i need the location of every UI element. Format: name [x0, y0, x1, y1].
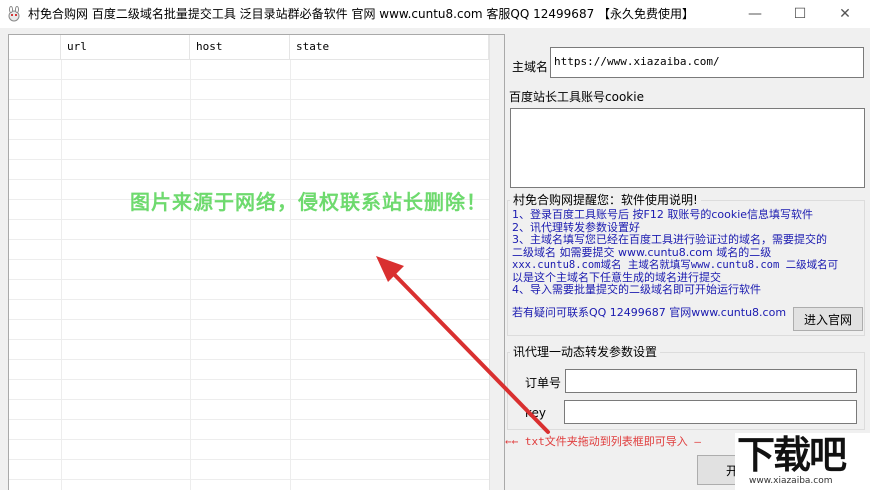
logo-url: www.xiazaiba.com: [749, 476, 833, 486]
notice-line: 1、登录百度工具账号后 按F12 取账号的cookie信息填写软件: [512, 208, 814, 221]
import-hint: ←← txt文件夹拖动到列表框即可导入 —: [505, 435, 701, 448]
domain-list[interactable]: url host state: [8, 34, 505, 490]
list-header: url host state: [9, 35, 489, 60]
order-number-input[interactable]: [565, 369, 857, 393]
notice-line: 二级域名 如需要提交 www.cuntu8.com 域名的二级: [512, 245, 772, 259]
xiazaiba-logo: 下载吧 www.xiazaiba.com: [735, 433, 870, 490]
window-title: 村免合购网 百度二级域名批量提交工具 泛目录站群必备软件 官网 www.cunt…: [28, 7, 695, 21]
list-scrollbar[interactable]: [489, 35, 504, 490]
main-domain-input[interactable]: https://www.xiazaiba.com/: [550, 47, 864, 78]
column-header-index[interactable]: [9, 35, 61, 60]
title-bar: 村免合购网 百度二级域名批量提交工具 泛目录站群必备软件 官网 www.cunt…: [0, 0, 870, 28]
app-icon: [8, 6, 20, 22]
close-button[interactable]: ✕: [822, 0, 868, 28]
order-number-label: 订单号: [525, 376, 562, 390]
key-label: key: [525, 406, 547, 420]
notice-line: xxx.cuntu8.com域名 主域名就填写www.cuntu8.com 二级…: [512, 259, 839, 271]
notice-line: 4、导入需要批量提交的二级域名即可开始运行软件: [512, 283, 761, 296]
column-divider: [61, 60, 62, 490]
visit-website-button[interactable]: 进入官网: [793, 307, 863, 331]
column-header-host[interactable]: host: [190, 35, 290, 60]
cookie-textarea[interactable]: [510, 108, 865, 188]
notice-group-title: 村免合购网提醒您：软件使用说明!: [510, 192, 701, 208]
notice-line: 3、主域名填写您已经在百度工具进行验证过的域名，需要提交的: [512, 233, 827, 246]
contact-text: 若有疑问可联系QQ 12499687 官网www.cuntu8.com: [512, 306, 787, 319]
cookie-label: 百度站长工具账号cookie: [509, 90, 644, 104]
maximize-button[interactable]: ☐: [777, 0, 823, 28]
column-header-state[interactable]: state: [290, 35, 489, 60]
watermark-text: 图片来源于网络，侵权联系站长删除！: [130, 190, 487, 214]
key-input[interactable]: [564, 400, 857, 424]
minimize-button[interactable]: —: [732, 0, 778, 28]
main-domain-label: 主域名: [512, 60, 549, 74]
column-divider: [190, 60, 191, 490]
proxy-group-title: 讯代理一动态转发参数设置: [510, 344, 661, 360]
list-rows: [9, 60, 489, 490]
column-divider: [290, 60, 291, 490]
column-header-url[interactable]: url: [61, 35, 190, 60]
logo-text: 下载吧: [737, 433, 847, 477]
